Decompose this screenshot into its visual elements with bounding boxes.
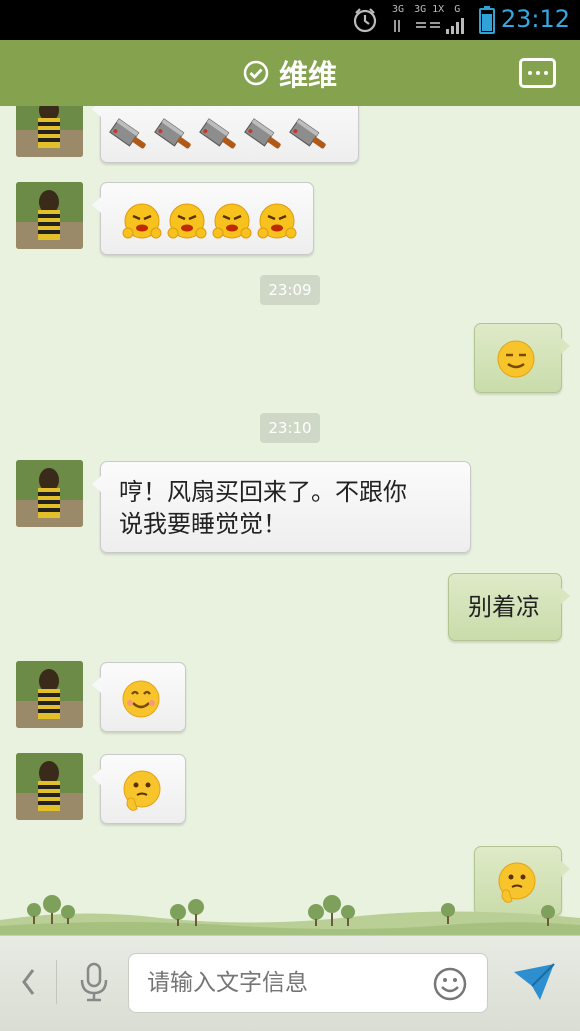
- thinking-face-icon: [123, 770, 161, 811]
- status-bar: 3G 3G 1X G 23:12: [0, 0, 580, 40]
- knife-icon: [109, 118, 146, 149]
- knife-icon: [244, 118, 281, 149]
- header-title-area: 维维: [0, 40, 580, 106]
- message-text: 别着凉: [468, 593, 540, 621]
- message-bubble-outgoing[interactable]: 别着凉: [448, 573, 570, 641]
- message-bubble-incoming[interactable]: [92, 754, 186, 824]
- angry-face-icon: [257, 203, 297, 239]
- knife-emoji-row: [109, 118, 326, 149]
- send-icon[interactable]: [512, 962, 556, 1002]
- more-icon[interactable]: [519, 58, 556, 88]
- divider: [56, 960, 57, 1004]
- message-bubble-incoming[interactable]: 哼！风扇买回来了。不跟你 说我要睡觉觉！: [92, 461, 471, 553]
- knife-icon: [154, 118, 191, 149]
- contact-avatar[interactable]: [16, 661, 83, 728]
- message-text: 哼！风扇买回来了。不跟你 说我要睡觉觉！: [119, 478, 407, 538]
- network-label-g: G: [454, 4, 461, 15]
- content-face-icon: [497, 340, 535, 378]
- message-bubble-incoming[interactable]: [92, 662, 186, 732]
- signal-icon: [394, 18, 464, 34]
- alarm-icon: [353, 8, 377, 33]
- emoji-icon[interactable]: [432, 966, 468, 1002]
- message-bubble-incoming[interactable]: [92, 182, 314, 255]
- angry-face-icon: [122, 203, 162, 239]
- angry-face-emoji-row: [122, 203, 297, 239]
- battery-icon: [479, 6, 495, 34]
- network-label-3g1x: 3G 1X: [414, 4, 445, 15]
- timestamp: 23:10: [260, 413, 320, 443]
- angry-face-icon: [212, 203, 252, 239]
- network-indicator: 3G 3G 1X G: [392, 4, 472, 36]
- knife-icon: [199, 118, 236, 149]
- message-bubble-outgoing[interactable]: [474, 323, 570, 393]
- microphone-icon[interactable]: [78, 962, 110, 1002]
- contact-avatar[interactable]: [16, 182, 83, 249]
- timestamp: 23:09: [260, 275, 320, 305]
- angry-face-icon: [167, 203, 207, 239]
- message-bubble-incoming[interactable]: [92, 106, 359, 163]
- chevron-left-icon[interactable]: [18, 965, 38, 999]
- network-label-3g: 3G: [392, 4, 405, 15]
- contact-avatar[interactable]: [16, 106, 83, 157]
- check-circle-icon: [243, 60, 269, 86]
- contact-name: 维维: [278, 58, 337, 92]
- contact-avatar[interactable]: [16, 460, 83, 527]
- smile-face-icon: [122, 680, 160, 718]
- scenery-decoration: [0, 895, 580, 935]
- clock: 23:12: [500, 5, 570, 33]
- contact-avatar[interactable]: [16, 753, 83, 820]
- chat-area[interactable]: 23:09 23:10 哼！风扇买回来了。不跟你 说我要睡觉觉！ 别着凉: [0, 106, 580, 935]
- knife-icon: [289, 118, 326, 149]
